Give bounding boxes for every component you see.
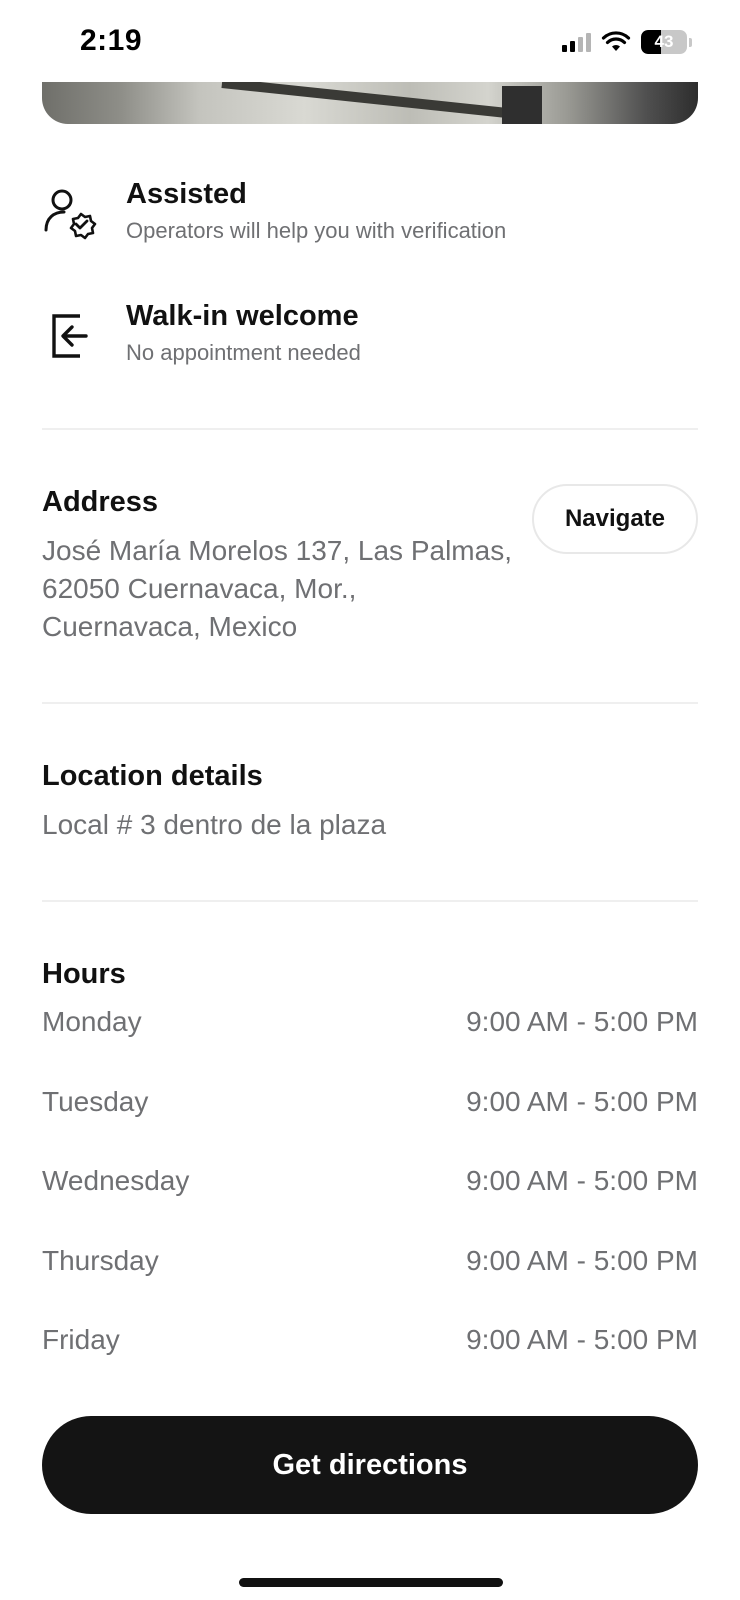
address-text: José María Morelos 137, Las Palmas, 6205…	[42, 532, 512, 646]
feature-subtitle: No appointment needed	[126, 340, 361, 365]
divider	[42, 702, 698, 704]
address-line: Cuernavaca, Mexico	[42, 611, 298, 642]
hours-row-friday: Friday 9:00 AM - 5:00 PM	[42, 1324, 698, 1364]
hours-row-thursday: Thursday 9:00 AM - 5:00 PM	[42, 1245, 698, 1285]
location-details-text: Local # 3 dentro de la plaza	[42, 809, 387, 840]
address-line: José María Morelos 137, Las Palmas,	[42, 535, 512, 566]
hours-time: 9:00 AM - 5:00 PM	[466, 1324, 698, 1355]
navigate-button[interactable]: Navigate	[532, 484, 698, 554]
home-indicator[interactable]	[239, 1578, 503, 1587]
verified-user-icon	[44, 189, 97, 240]
feature-subtitle: Operators will help you with verificatio…	[126, 218, 507, 243]
hours-day: Thursday	[42, 1245, 159, 1276]
hours-time: 9:00 AM - 5:00 PM	[466, 1165, 698, 1196]
hours-time: 9:00 AM - 5:00 PM	[466, 1245, 698, 1276]
battery-tip	[689, 37, 692, 47]
status-time: 2:19	[80, 24, 143, 57]
status-icons: 43	[562, 30, 692, 54]
location-details-heading: Location details	[42, 760, 263, 792]
hours-row-monday: Monday 9:00 AM - 5:00 PM	[42, 1006, 698, 1046]
feature-walk-in: Walk-in welcome No appointment needed	[42, 298, 698, 378]
divider	[42, 428, 698, 430]
address-heading: Address	[42, 486, 159, 518]
hours-time: 9:00 AM - 5:00 PM	[466, 1006, 698, 1037]
battery-icon: 43	[641, 30, 687, 54]
hours-heading: Hours	[42, 958, 126, 990]
feature-title: Assisted	[126, 178, 247, 210]
hours-row-tuesday: Tuesday 9:00 AM - 5:00 PM	[42, 1086, 698, 1126]
hours-time: 9:00 AM - 5:00 PM	[466, 1086, 698, 1117]
wifi-icon	[601, 31, 631, 51]
status-bar: 2:19 43	[0, 0, 740, 84]
divider	[42, 900, 698, 902]
battery-percent: 43	[654, 32, 674, 51]
get-directions-button[interactable]: Get directions	[42, 1416, 698, 1514]
hours-day: Wednesday	[42, 1165, 190, 1196]
hours-row-wednesday: Wednesday 9:00 AM - 5:00 PM	[42, 1165, 698, 1205]
feature-title: Walk-in welcome	[126, 300, 359, 332]
hours-day: Monday	[42, 1006, 142, 1037]
enter-door-icon	[52, 314, 88, 358]
hours-day: Friday	[42, 1324, 120, 1355]
cellular-signal-icon	[562, 32, 591, 52]
address-line: 62050 Cuernavaca, Mor.,	[42, 573, 357, 604]
location-photo	[42, 82, 698, 124]
hours-day: Tuesday	[42, 1086, 149, 1117]
feature-assisted: Assisted Operators will help you with ve…	[42, 176, 698, 256]
